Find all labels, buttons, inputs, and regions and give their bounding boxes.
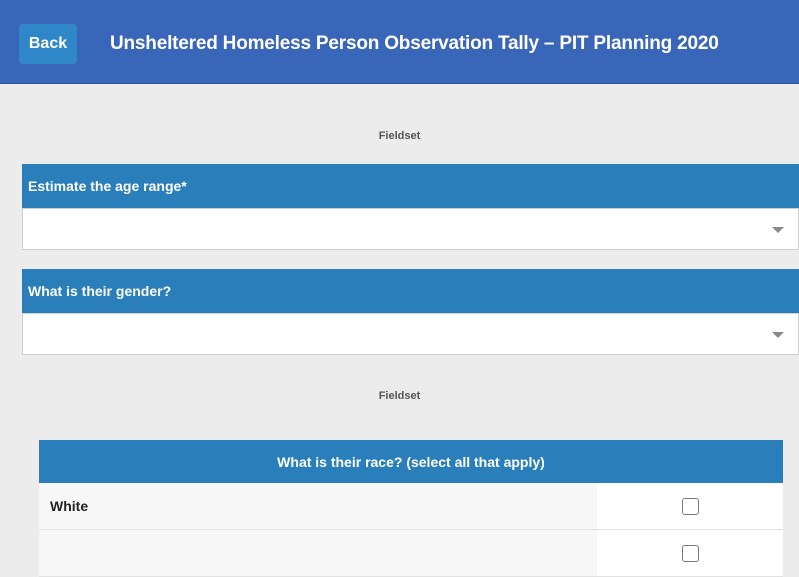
race-question-table: What is their race? (select all that app… — [39, 440, 783, 577]
checkbox-icon[interactable] — [681, 544, 699, 562]
gender-question-label: What is their gender? — [22, 269, 799, 313]
caret-down-icon — [772, 227, 784, 233]
page-title: Unsheltered Homeless Person Observation … — [110, 33, 719, 54]
gender-select[interactable] — [22, 313, 799, 355]
caret-down-icon — [772, 332, 784, 338]
race-option-check-cell — [597, 530, 783, 576]
race-option-check-cell — [597, 483, 783, 529]
age-range-select[interactable] — [22, 208, 799, 250]
fieldset-label: Fieldset — [378, 390, 421, 402]
race-question-header: What is their race? (select all that app… — [39, 440, 783, 483]
race-option-label — [39, 530, 597, 576]
app-header: Back Unsheltered Homeless Person Observa… — [0, 0, 799, 84]
age-range-question-label: Estimate the age range* — [22, 164, 799, 208]
fieldset-label: Fieldset — [378, 130, 421, 142]
race-option-row — [39, 530, 783, 577]
checkbox-icon[interactable] — [681, 497, 699, 515]
race-option-label: White — [50, 498, 89, 514]
back-button[interactable]: Back — [19, 24, 77, 64]
race-option-row: White — [39, 483, 783, 530]
